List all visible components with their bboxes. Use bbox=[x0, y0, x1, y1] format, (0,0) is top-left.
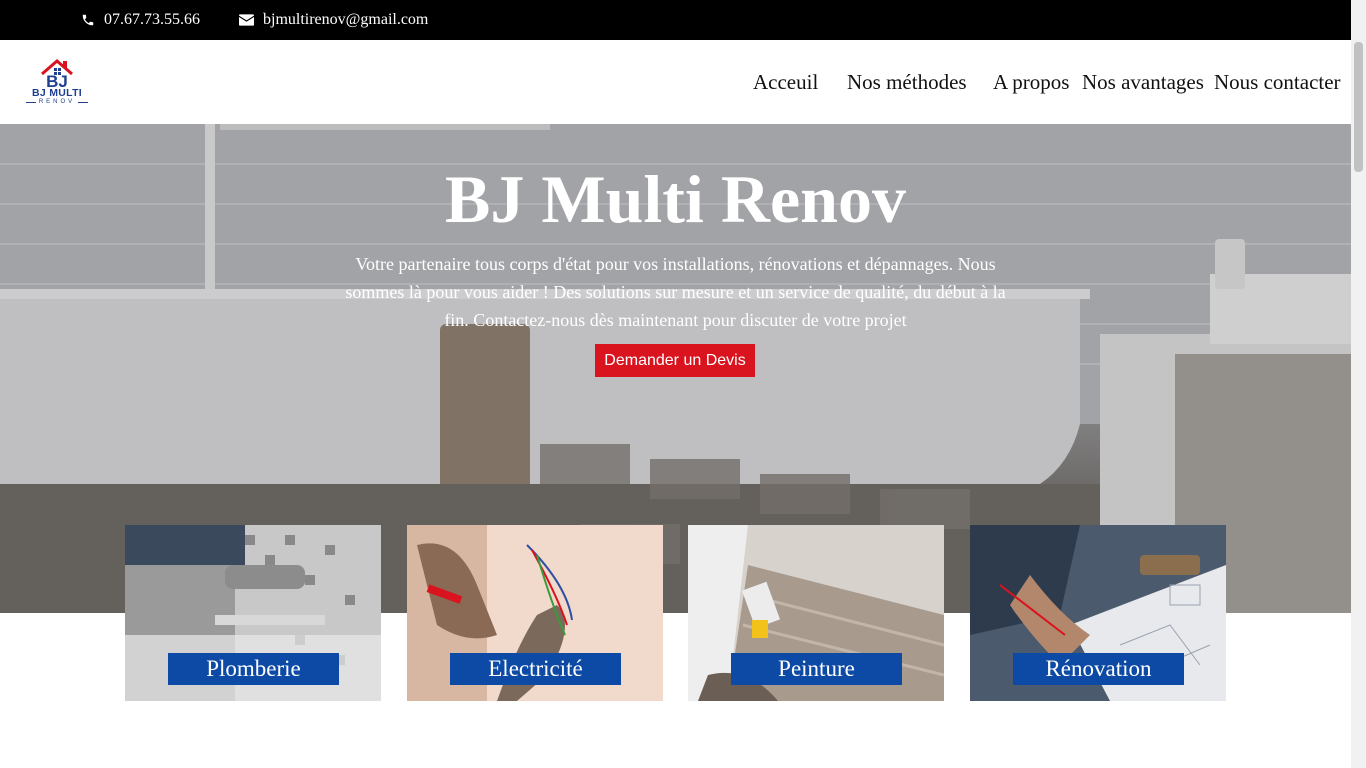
email-address[interactable]: bjmultirenov@gmail.com bbox=[263, 11, 428, 29]
envelope-icon bbox=[239, 14, 254, 26]
phone-number[interactable]: 07.67.73.55.66 bbox=[104, 11, 200, 29]
nav-item-acceuil[interactable]: Acceuil bbox=[753, 70, 818, 95]
nav-item-a-propos[interactable]: A propos bbox=[993, 70, 1069, 95]
service-card-plomberie[interactable]: Plomberie bbox=[125, 525, 381, 701]
service-label-renovation: Rénovation bbox=[1013, 653, 1184, 685]
service-label-peinture: Peinture bbox=[731, 653, 902, 685]
service-label-plomberie: Plomberie bbox=[168, 653, 339, 685]
nav-item-nos-avantages[interactable]: Nos avantages bbox=[1082, 70, 1204, 95]
request-quote-button[interactable]: Demander un Devis bbox=[595, 344, 755, 377]
nav-item-nos-methodes[interactable]: Nos méthodes bbox=[847, 70, 967, 95]
main-nav: Acceuil Nos méthodes A propos Nos avanta… bbox=[0, 70, 1351, 94]
page-scrollbar[interactable] bbox=[1351, 0, 1366, 768]
logo-rule-right bbox=[78, 102, 88, 103]
service-card-renovation[interactable]: Rénovation bbox=[970, 525, 1226, 701]
email-contact[interactable]: bjmultirenov@gmail.com bbox=[239, 11, 428, 29]
service-card-electricite[interactable]: Electricité bbox=[407, 525, 663, 701]
hero-description: Votre partenaire tous corps d'état pour … bbox=[345, 254, 1006, 330]
service-label-electricite: Electricité bbox=[450, 653, 621, 685]
top-contact-bar: 07.67.73.55.66 bjmultirenov@gmail.com bbox=[0, 0, 1351, 40]
service-card-peinture[interactable]: Peinture bbox=[688, 525, 944, 701]
phone-contact[interactable]: 07.67.73.55.66 bbox=[81, 11, 200, 29]
scrollbar-thumb[interactable] bbox=[1354, 42, 1363, 172]
nav-item-nous-contacter[interactable]: Nous contacter bbox=[1214, 70, 1341, 95]
phone-icon bbox=[81, 13, 95, 27]
site-header: BJ BJ MULTI RENOV Acceuil Nos méthodes A… bbox=[0, 40, 1351, 124]
hero-title: BJ Multi Renov bbox=[445, 161, 906, 237]
services-section: Plomberie Electricité Peinture Rénovatio… bbox=[0, 525, 1351, 702]
